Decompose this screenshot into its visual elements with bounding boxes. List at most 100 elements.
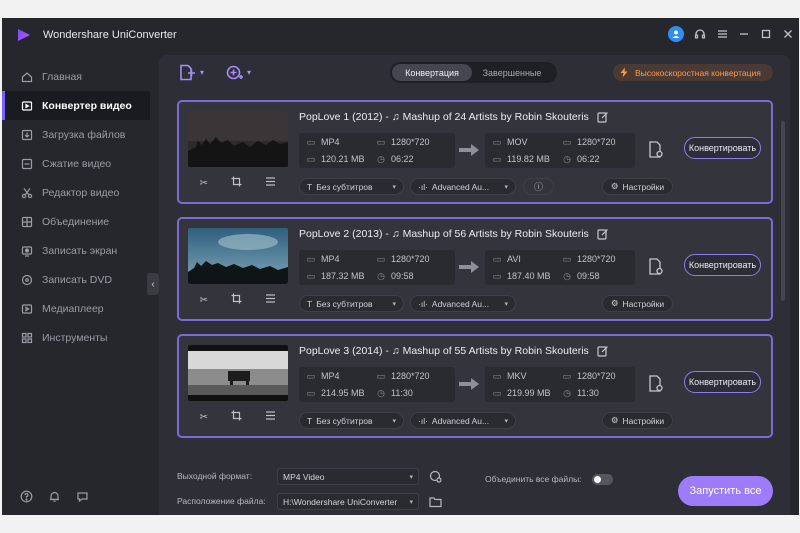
sidebar-item-screen-record[interactable]: Записать экран [2,236,150,265]
resolution-icon: ▭ [376,136,386,147]
edit-icon[interactable] [597,345,609,357]
crop-icon[interactable] [231,176,242,190]
source-format: ▭ MP4 [306,253,340,265]
audio-dropdown[interactable]: ·ıl· Advanced Au... ▾ [410,412,516,429]
main-panel: ▾ ▾ Конвертация Завершенные Высокоскорос… [159,55,790,515]
bell-icon[interactable] [47,489,61,503]
target-size: ▭ 119.82 MB [492,153,550,165]
settings-button[interactable]: ⚙ Настройки [602,178,673,195]
video-icon: ▭ [306,370,316,381]
resolution-icon: ▭ [376,253,386,264]
play-icon [20,302,33,315]
audio-wave-icon: ·ıl· [418,298,428,309]
sidebar-item-label: Сжатие видео [42,157,112,170]
edit-icon[interactable] [597,228,609,240]
tab-finished[interactable]: Завершенные [472,64,552,81]
crop-icon[interactable] [231,293,242,307]
convert-button[interactable]: Конвертировать [684,371,761,393]
sidebar-item-merge[interactable]: Объединение [2,207,150,236]
sidebar-item-video-converter[interactable]: Конвертер видео [2,91,150,120]
audio-dropdown[interactable]: ·ıl· Advanced Au... ▾ [410,295,516,312]
convert-button[interactable]: Конвертировать [684,254,761,276]
crop-icon[interactable] [231,410,242,424]
high-speed-conversion-toggle[interactable]: Высокоскоростная конвертация [613,64,773,81]
clock-icon: ◷ [377,387,385,398]
file-location-select[interactable]: H:\Wondershare UniConverter ▾ [277,493,419,510]
sidebar-item-download[interactable]: Загрузка файлов [2,120,150,149]
sidebar-item-editor[interactable]: Редактор видео [2,178,150,207]
settings-icon: ⚙ [610,298,619,308]
start-all-button[interactable]: Запустить все [678,476,773,506]
video-thumbnail[interactable] [188,228,288,284]
file-title: PopLove 2 (2013) - ♫ Mashup of 56 Artist… [299,228,609,240]
sidebar: Главная Конвертер видео Загрузка файлов … [2,58,152,515]
add-from-device-button[interactable]: ▾ [226,64,251,81]
settings-button[interactable]: ⚙ Настройки [602,295,673,312]
file-card[interactable]: ✂ PopLove 3 (2014) - ♫ Mashup of 55 Arti… [177,334,773,438]
tab-converting[interactable]: Конвертация [392,64,472,81]
trim-icon[interactable]: ✂ [200,178,208,189]
menu-icon[interactable] [711,24,733,44]
feedback-icon[interactable] [75,489,89,503]
sidebar-item-compress[interactable]: Сжатие видео [2,149,150,178]
info-button[interactable]: ⓘ [523,178,554,195]
convert-button[interactable]: Конвертировать [684,137,761,159]
title-bar: Wondershare UniConverter [2,18,799,50]
file-card[interactable]: ✂ PopLove 1 (2012) - ♫ Mashup of 24 Arti… [177,100,773,204]
target-size: ▭ 219.99 MB [492,387,551,399]
toolbox-icon [20,331,33,344]
source-size: ▭ 120.21 MB [306,153,365,165]
file-settings-icon[interactable] [646,257,666,277]
file-settings-icon[interactable] [646,140,666,160]
add-files-button[interactable]: ▾ [179,64,204,81]
audio-dropdown[interactable]: ·ıl· Advanced Au... ▾ [410,178,516,195]
folder-icon: ▭ [306,387,316,398]
chevron-down-icon: ▾ [392,300,396,308]
headset-icon[interactable] [689,24,711,44]
video-icon: ▭ [306,253,316,264]
sidebar-item-tools[interactable]: Инструменты [2,323,150,352]
sidebar-item-home[interactable]: Главная [2,62,150,91]
output-settings-icon[interactable] [429,470,442,483]
effects-icon[interactable] [265,176,276,190]
close-icon[interactable] [777,24,799,44]
minimize-icon[interactable] [733,24,755,44]
thumb-tools: ✂ [188,172,288,194]
help-icon[interactable] [19,489,33,503]
effects-icon[interactable] [265,293,276,307]
sidebar-item-label: Записать экран [42,244,118,257]
settings-button[interactable]: ⚙ Настройки [602,412,673,429]
effects-icon[interactable] [265,410,276,424]
file-location-label: Расположение файла: [177,496,266,506]
trim-icon[interactable]: ✂ [200,412,208,423]
chevron-down-icon: ▾ [409,498,413,506]
maximize-icon[interactable] [755,24,777,44]
edit-icon[interactable] [597,111,609,123]
file-card[interactable]: ✂ PopLove 2 (2013) - ♫ Mashup of 56 Arti… [177,217,773,321]
lightning-icon [620,67,628,78]
account-icon[interactable] [667,24,689,44]
subtitle-dropdown[interactable]: T Без субтитров ▾ [299,178,404,195]
sidebar-item-label: Редактор видео [42,186,120,199]
file-settings-icon[interactable] [646,374,666,394]
folder-open-icon[interactable] [429,495,442,508]
clock-icon: ◷ [563,153,571,164]
merge-all-toggle[interactable] [592,474,613,485]
trim-icon[interactable]: ✂ [200,295,208,306]
folder-icon: ▭ [492,270,502,281]
sidebar-item-dvd[interactable]: Записать DVD [2,265,150,294]
subtitle-dropdown[interactable]: T Без субтитров ▾ [299,295,404,312]
video-converter-icon [20,99,33,112]
scrollbar[interactable] [781,121,785,301]
video-thumbnail[interactable] [188,345,288,401]
target-resolution: ▭ 1280*720 [562,370,616,382]
video-thumbnail[interactable] [188,111,288,167]
sidebar-item-media-player[interactable]: Медиаплеер [2,294,150,323]
compress-icon [20,157,33,170]
output-format-select[interactable]: MP4 Video ▾ [277,468,419,485]
thumb-tools: ✂ [188,406,288,428]
sidebar-collapse-button[interactable]: ‹ [147,273,159,295]
audio-wave-icon: ·ıl· [418,181,428,192]
video-icon: ▭ [492,370,502,381]
subtitle-dropdown[interactable]: T Без субтитров ▾ [299,412,404,429]
